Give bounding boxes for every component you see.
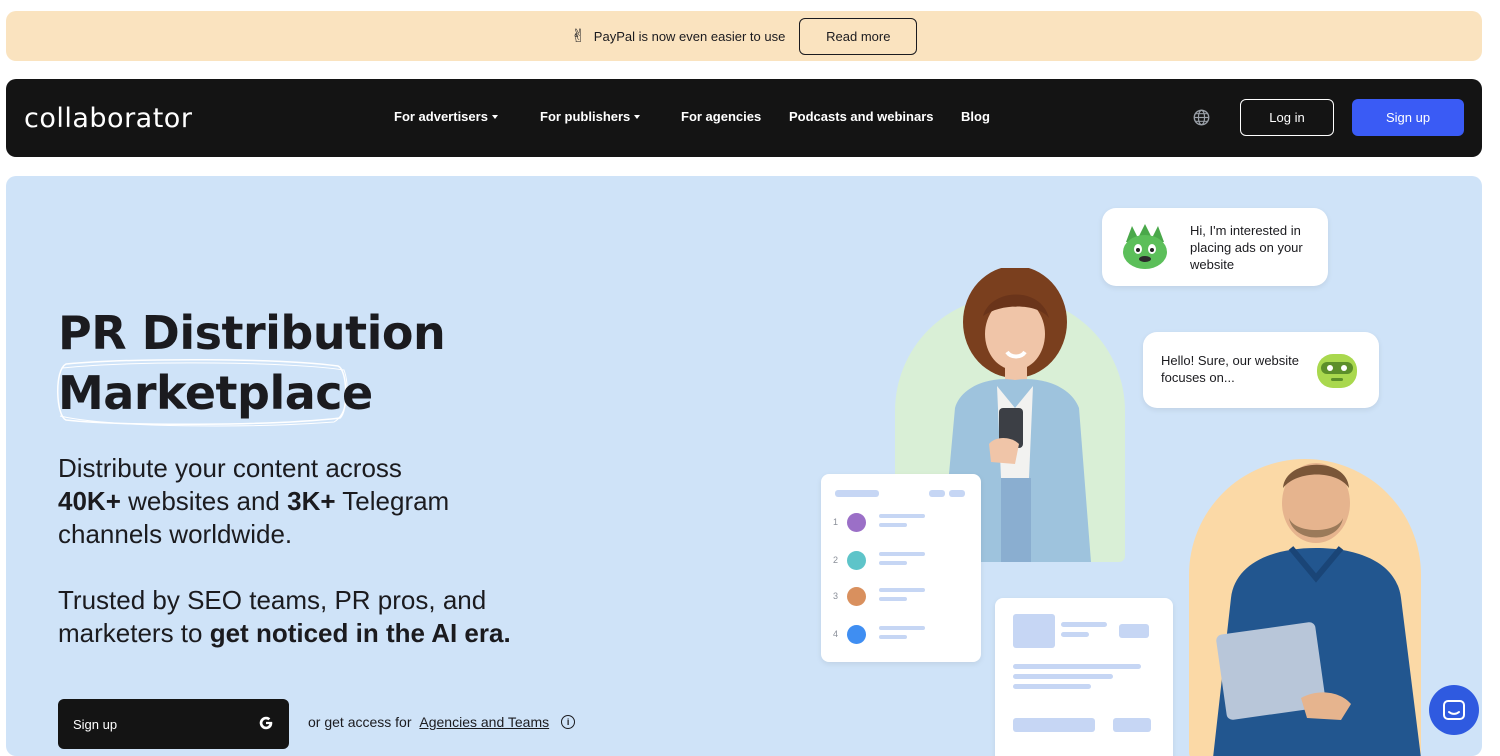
rank-avatar [847, 512, 866, 532]
nav-item-for-agencies[interactable]: For agencies [681, 109, 789, 124]
top-navbar: collaborator For advertisers For publish… [6, 79, 1482, 157]
hero-title-line1: PR Distribution [58, 306, 446, 360]
nav-item-for-advertisers[interactable]: For advertisers [394, 109, 540, 124]
trust-text: marketers to [58, 618, 210, 648]
subtitle-text: channels worldwide. [58, 519, 293, 549]
websites-count: 40K+ [58, 486, 121, 516]
nav-item-blog[interactable]: Blog [961, 109, 990, 124]
ranking-card: 1 2 3 4 [821, 474, 981, 662]
green-monster-avatar [1123, 224, 1167, 269]
nav-item-for-publishers[interactable]: For publishers [540, 109, 681, 124]
green-robot-avatar [1317, 354, 1357, 388]
ranking-row: 4 [833, 624, 866, 644]
hero-trust-text: Trusted by SEO teams, PR pros, and marke… [58, 584, 618, 650]
rank-number: 2 [833, 555, 839, 565]
ranking-row: 2 [833, 550, 866, 570]
peace-hand-icon: ✌ [570, 26, 586, 46]
google-icon [259, 716, 273, 730]
agencies-access: or get access for Agencies and Teams i [308, 714, 576, 730]
subtitle-text: Telegram [335, 486, 450, 516]
caret-down-icon [491, 115, 498, 119]
announcement-bar: ✌ PayPal is now even easier to use Read … [6, 11, 1482, 61]
article-preview-card [995, 598, 1173, 756]
bubble-text: Hello! Sure, our website focuses on... [1161, 353, 1300, 385]
nav-item-label: For publishers [540, 109, 631, 124]
cta-label: Sign up [73, 716, 118, 732]
globe-icon[interactable] [1193, 109, 1210, 126]
nav-item-label: Blog [961, 109, 990, 124]
hero-title-line2: Marketplace [58, 366, 373, 420]
nav-links: For advertisers For publishers For agenc… [394, 109, 990, 124]
trust-text: Trusted by SEO teams, PR pros, and [58, 585, 487, 615]
rank-avatar [847, 624, 866, 644]
support-chat-button[interactable] [1429, 685, 1479, 735]
login-button[interactable]: Log in [1240, 99, 1334, 136]
read-more-button[interactable]: Read more [799, 17, 918, 55]
ranking-row: 3 [833, 586, 866, 606]
hero-subtitle: Distribute your content across 40K+ webs… [58, 452, 578, 551]
nav-item-label: For agencies [681, 109, 762, 124]
hero-signup-button[interactable]: Sign up [58, 699, 289, 749]
signup-button-top[interactable]: Sign up [1352, 99, 1464, 136]
announcement-message: PayPal is now even easier to use [593, 28, 786, 44]
nav-item-label: Podcasts and webinars [789, 109, 934, 124]
chat-icon [1443, 700, 1465, 720]
subtitle-text: websites and [120, 486, 288, 516]
rank-avatar [847, 586, 866, 606]
trust-highlight: get noticed in the AI era. [209, 618, 511, 648]
chat-bubble-publisher: Hello! Sure, our website focuses on... [1143, 332, 1379, 408]
logo[interactable]: collaborator [24, 103, 192, 134]
rank-avatar [847, 550, 866, 570]
bubble-text: Hi, I'm interested in placing ads on you… [1190, 223, 1303, 272]
alt-text: or get access for [308, 714, 416, 730]
caret-down-icon [634, 115, 641, 119]
agencies-teams-link[interactable]: Agencies and Teams [419, 714, 549, 730]
info-icon[interactable]: i [561, 715, 576, 729]
hero-section: PR Distribution Marketplace Distribute y… [6, 176, 1482, 756]
chat-bubble-advertiser: Hi, I'm interested in placing ads on you… [1102, 208, 1328, 286]
telegram-count: 3K+ [287, 486, 336, 516]
ranking-row: 1 [833, 512, 866, 532]
rank-number: 3 [833, 591, 839, 601]
nav-item-label: For advertisers [394, 109, 488, 124]
rank-number: 1 [833, 517, 839, 527]
nav-item-podcasts[interactable]: Podcasts and webinars [789, 109, 961, 124]
man-with-laptop-image [1213, 463, 1421, 756]
subtitle-text: Distribute your content across [58, 453, 402, 483]
rank-number: 4 [833, 629, 839, 639]
